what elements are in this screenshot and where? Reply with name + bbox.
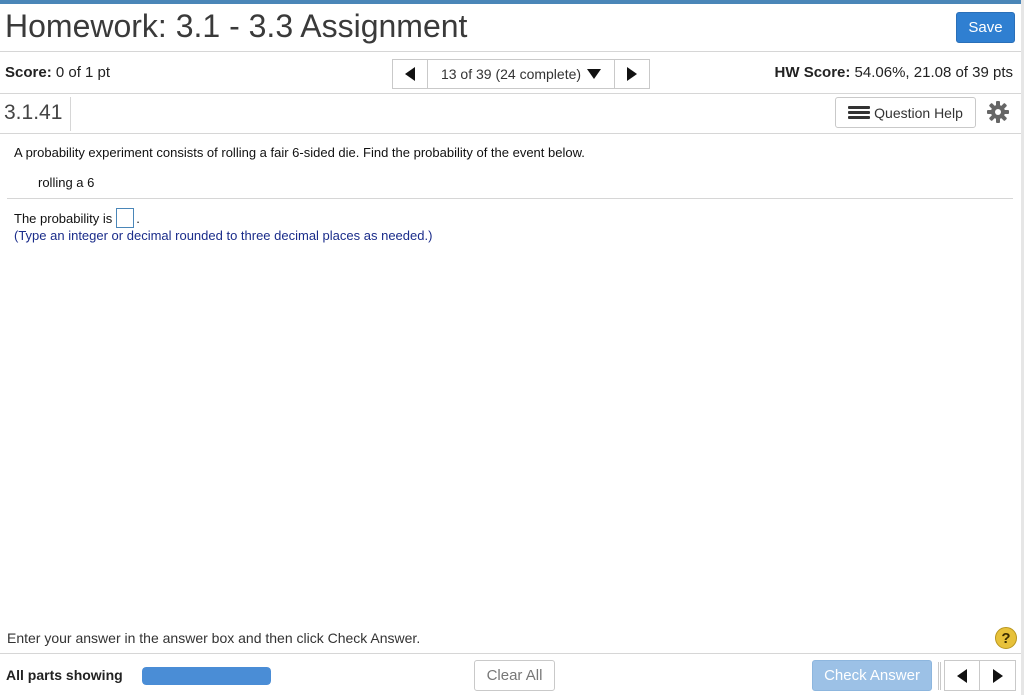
caret-down-icon [587,69,602,79]
parts-status: All parts showing [6,667,123,683]
divider [0,653,1021,654]
progress-fill [142,667,271,685]
arrow-right-icon [992,668,1003,683]
page-title: Homework: 3.1 - 3.3 Assignment [5,8,468,44]
question-help-button[interactable]: Question Help [835,97,976,128]
top-accent-strip [0,0,1024,4]
question-position: 13 of 39 (24 complete) [440,66,582,82]
check-answer-button[interactable]: Check Answer [812,660,932,691]
next-question-button-bottom[interactable] [980,660,1016,691]
hw-score-display: HW Score: 54.06%, 21.08 of 39 pts [775,64,1013,81]
score-display: Score: 0 of 1 pt [5,64,110,81]
list-icon [848,105,871,121]
arrow-right-icon [627,67,637,81]
arrow-left-icon [957,668,967,683]
hw-score-value: 54.06%, 21.08 of 39 pts [854,64,1013,81]
answer-hint: (Type an integer or decimal rounded to t… [14,228,433,243]
event-text: rolling a 6 [38,175,95,190]
question-help-label: Question Help [874,104,963,121]
divider [0,51,1021,52]
divider [0,133,1021,134]
score-value: 0 of 1 pt [55,64,111,81]
question-number: 3.1.41 [4,101,63,124]
answer-prefix: The probability is [14,210,113,226]
hw-score-label: HW Score: [774,64,851,81]
question-selector-dropdown[interactable]: 13 of 39 (24 complete) [428,59,614,89]
previous-question-button[interactable] [392,59,428,89]
divider [0,93,1021,94]
parts-progress-bar [142,667,271,685]
answer-input[interactable] [116,208,135,228]
next-question-button[interactable] [614,59,650,89]
instruction-text: Enter your answer in the answer box and … [7,630,421,646]
score-label: Score: [5,64,52,81]
question-navigator: 13 of 39 (24 complete) [392,59,650,89]
answer-line: The probability is . [14,208,140,228]
divider [7,198,1013,199]
save-button[interactable]: Save [956,12,1015,43]
bottom-question-navigator [944,660,1016,691]
arrow-left-icon [405,67,415,81]
previous-question-button-bottom[interactable] [944,660,980,691]
divider [70,97,71,131]
question-prompt: A probability experiment consists of rol… [14,145,585,160]
clear-all-button[interactable]: Clear All [474,660,555,691]
gear-icon[interactable] [986,100,1010,124]
answer-suffix: . [136,210,140,226]
divider [938,662,941,690]
help-question-icon[interactable]: ? [995,627,1017,649]
